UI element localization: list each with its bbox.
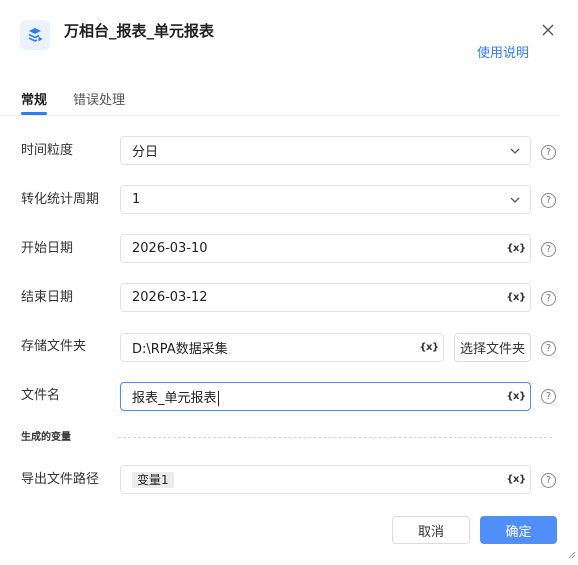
generated-vars-heading: 生成的变量 bbox=[21, 432, 71, 443]
storage-folder-value: D:\RPA数据采集 bbox=[132, 342, 228, 357]
help-icon[interactable]: ? bbox=[541, 145, 556, 160]
end-date-label: 结束日期 bbox=[21, 290, 74, 305]
variable-insert-icon[interactable]: {x} bbox=[502, 466, 530, 493]
help-icon[interactable]: ? bbox=[541, 193, 556, 208]
time-granularity-label: 时间粒度 bbox=[21, 143, 74, 158]
start-date-value: 2026-03-10 bbox=[132, 241, 208, 256]
section-divider bbox=[118, 437, 552, 438]
close-icon[interactable] bbox=[540, 22, 556, 38]
chevron-down-icon bbox=[500, 137, 530, 164]
end-date-input[interactable]: 2026-03-12 {x} bbox=[120, 283, 531, 312]
file-name-input[interactable]: 报表_单元报表 {x} bbox=[120, 382, 531, 411]
chevron-down-icon bbox=[500, 186, 530, 213]
end-date-value: 2026-03-12 bbox=[132, 290, 208, 305]
dialog-title: 万相台_报表_单元报表 bbox=[64, 22, 215, 40]
confirm-button[interactable]: 确定 bbox=[480, 516, 557, 544]
help-icon[interactable]: ? bbox=[541, 473, 556, 488]
variable-chip: 变量1 bbox=[132, 472, 174, 488]
conversion-period-select[interactable]: 1 bbox=[120, 185, 531, 214]
file-name-value: 报表_单元报表 bbox=[132, 391, 217, 406]
app-icon bbox=[20, 20, 50, 50]
help-icon[interactable]: ? bbox=[541, 341, 556, 356]
variable-insert-icon[interactable]: {x} bbox=[502, 383, 530, 410]
start-date-label: 开始日期 bbox=[21, 241, 74, 256]
storage-folder-input[interactable]: D:\RPA数据采集 {x} bbox=[120, 333, 444, 362]
export-path-input[interactable]: 变量1 {x} bbox=[120, 465, 531, 494]
choose-folder-button[interactable]: 选择文件夹 bbox=[454, 333, 531, 362]
tab-error-handling[interactable]: 错误处理 bbox=[73, 92, 125, 110]
storage-folder-label: 存储文件夹 bbox=[21, 339, 87, 354]
tab-bar: 常规 错误处理 bbox=[0, 92, 560, 116]
time-granularity-value: 分日 bbox=[132, 145, 159, 160]
resize-handle-icon[interactable] bbox=[568, 544, 576, 563]
variable-insert-icon[interactable]: {x} bbox=[415, 334, 443, 361]
help-icon[interactable]: ? bbox=[541, 291, 556, 306]
help-icon[interactable]: ? bbox=[541, 242, 556, 257]
text-cursor bbox=[217, 391, 219, 406]
help-link[interactable]: 使用说明 bbox=[477, 45, 529, 63]
variable-insert-icon[interactable]: {x} bbox=[502, 284, 530, 311]
conversion-period-label: 转化统计周期 bbox=[21, 192, 100, 207]
dialog: 万相台_报表_单元报表 使用说明 常规 错误处理 时间粒度 分日 ? 转化统计周… bbox=[0, 0, 578, 565]
variable-insert-icon[interactable]: {x} bbox=[502, 235, 530, 262]
export-path-label: 导出文件路径 bbox=[21, 472, 100, 487]
start-date-input[interactable]: 2026-03-10 {x} bbox=[120, 234, 531, 263]
file-name-label: 文件名 bbox=[21, 388, 61, 403]
help-icon[interactable]: ? bbox=[541, 389, 556, 404]
conversion-period-value: 1 bbox=[132, 192, 141, 207]
cancel-button[interactable]: 取消 bbox=[392, 516, 470, 544]
tab-general[interactable]: 常规 bbox=[21, 92, 48, 115]
time-granularity-select[interactable]: 分日 bbox=[120, 136, 531, 165]
